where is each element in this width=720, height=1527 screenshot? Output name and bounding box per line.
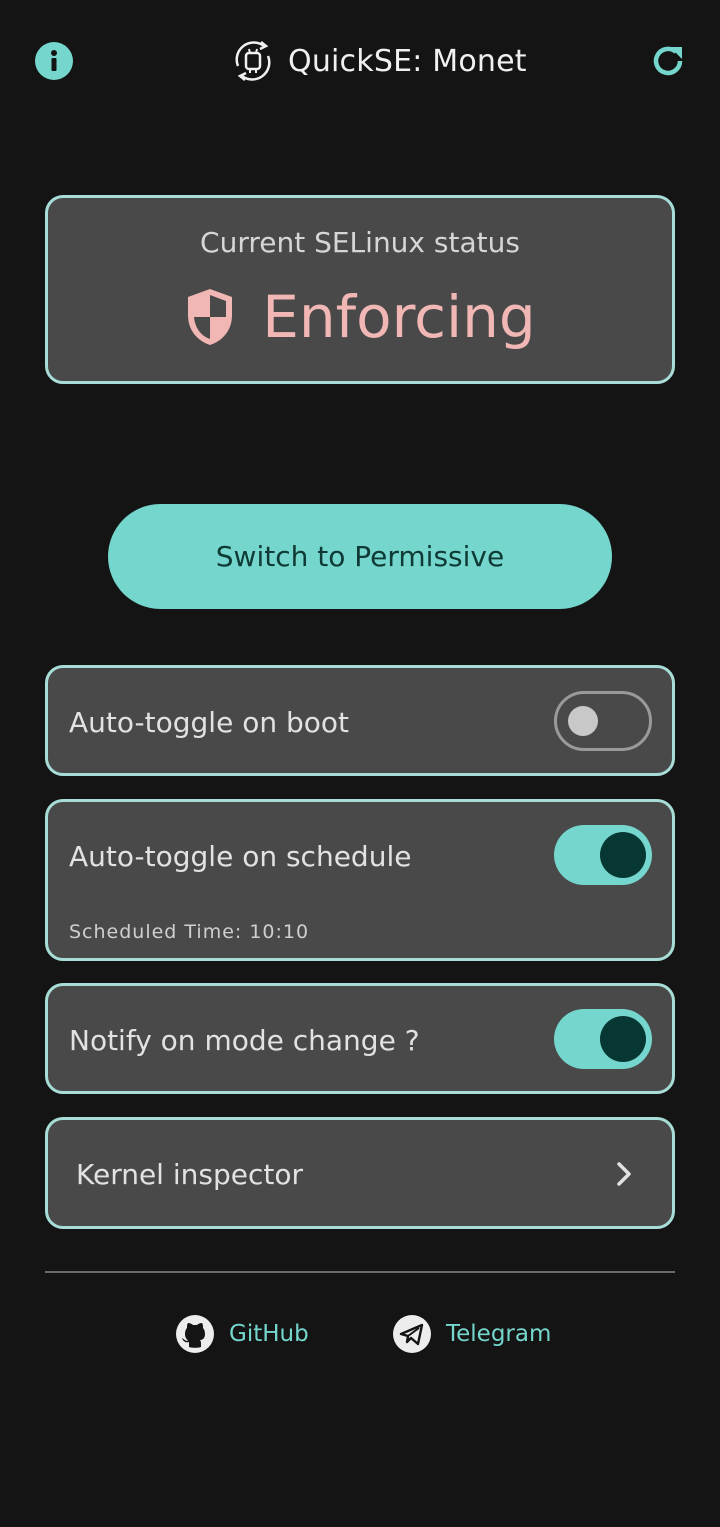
kernel-inspector-row[interactable]: Kernel inspector (45, 1117, 675, 1229)
status-row: Enforcing (48, 282, 672, 352)
refresh-button[interactable] (647, 40, 689, 82)
app-title: QuickSE: Monet (288, 43, 527, 79)
notify-mode-change-switch[interactable] (554, 1009, 652, 1069)
setting-label: Auto-toggle on schedule (69, 840, 412, 873)
switch-knob (568, 706, 598, 736)
github-icon (176, 1315, 214, 1353)
status-value: Enforcing (262, 283, 536, 351)
info-button[interactable] (35, 42, 73, 80)
auto-toggle-boot-switch[interactable] (554, 691, 652, 751)
switch-knob (600, 832, 646, 878)
setting-auto-toggle-boot[interactable]: Auto-toggle on boot (45, 665, 675, 776)
setting-auto-toggle-schedule[interactable]: Auto-toggle on schedule Scheduled Time: … (45, 799, 675, 961)
chevron-right-icon (617, 1162, 631, 1186)
app-header: QuickSE: Monet (0, 0, 720, 122)
github-link[interactable]: GitHub (175, 1313, 309, 1355)
app-logo-icon (235, 41, 271, 81)
footer-divider (45, 1271, 675, 1273)
telegram-label: Telegram (446, 1321, 552, 1347)
info-icon (51, 50, 57, 71)
selinux-status-card: Current SELinux status Enforcing (45, 195, 675, 384)
scheduled-time-label[interactable]: Scheduled Time: 10:10 (69, 921, 309, 943)
refresh-icon (653, 46, 683, 76)
setting-label: Notify on mode change ? (69, 1024, 420, 1057)
auto-toggle-schedule-switch[interactable] (554, 825, 652, 885)
kernel-inspector-label: Kernel inspector (76, 1158, 303, 1191)
switch-knob (600, 1016, 646, 1062)
status-label: Current SELinux status (200, 226, 520, 259)
telegram-link[interactable]: Telegram (392, 1313, 551, 1355)
setting-notify-mode-change[interactable]: Notify on mode change ? (45, 983, 675, 1094)
setting-label: Auto-toggle on boot (69, 706, 349, 739)
app-root: QuickSE: Monet Current SELinux status En… (0, 0, 720, 1527)
telegram-icon (393, 1315, 431, 1353)
shield-icon (188, 289, 233, 345)
switch-mode-button[interactable]: Switch to Permissive (108, 504, 612, 609)
github-label: GitHub (229, 1321, 309, 1347)
app-title-group: QuickSE: Monet (228, 36, 527, 86)
